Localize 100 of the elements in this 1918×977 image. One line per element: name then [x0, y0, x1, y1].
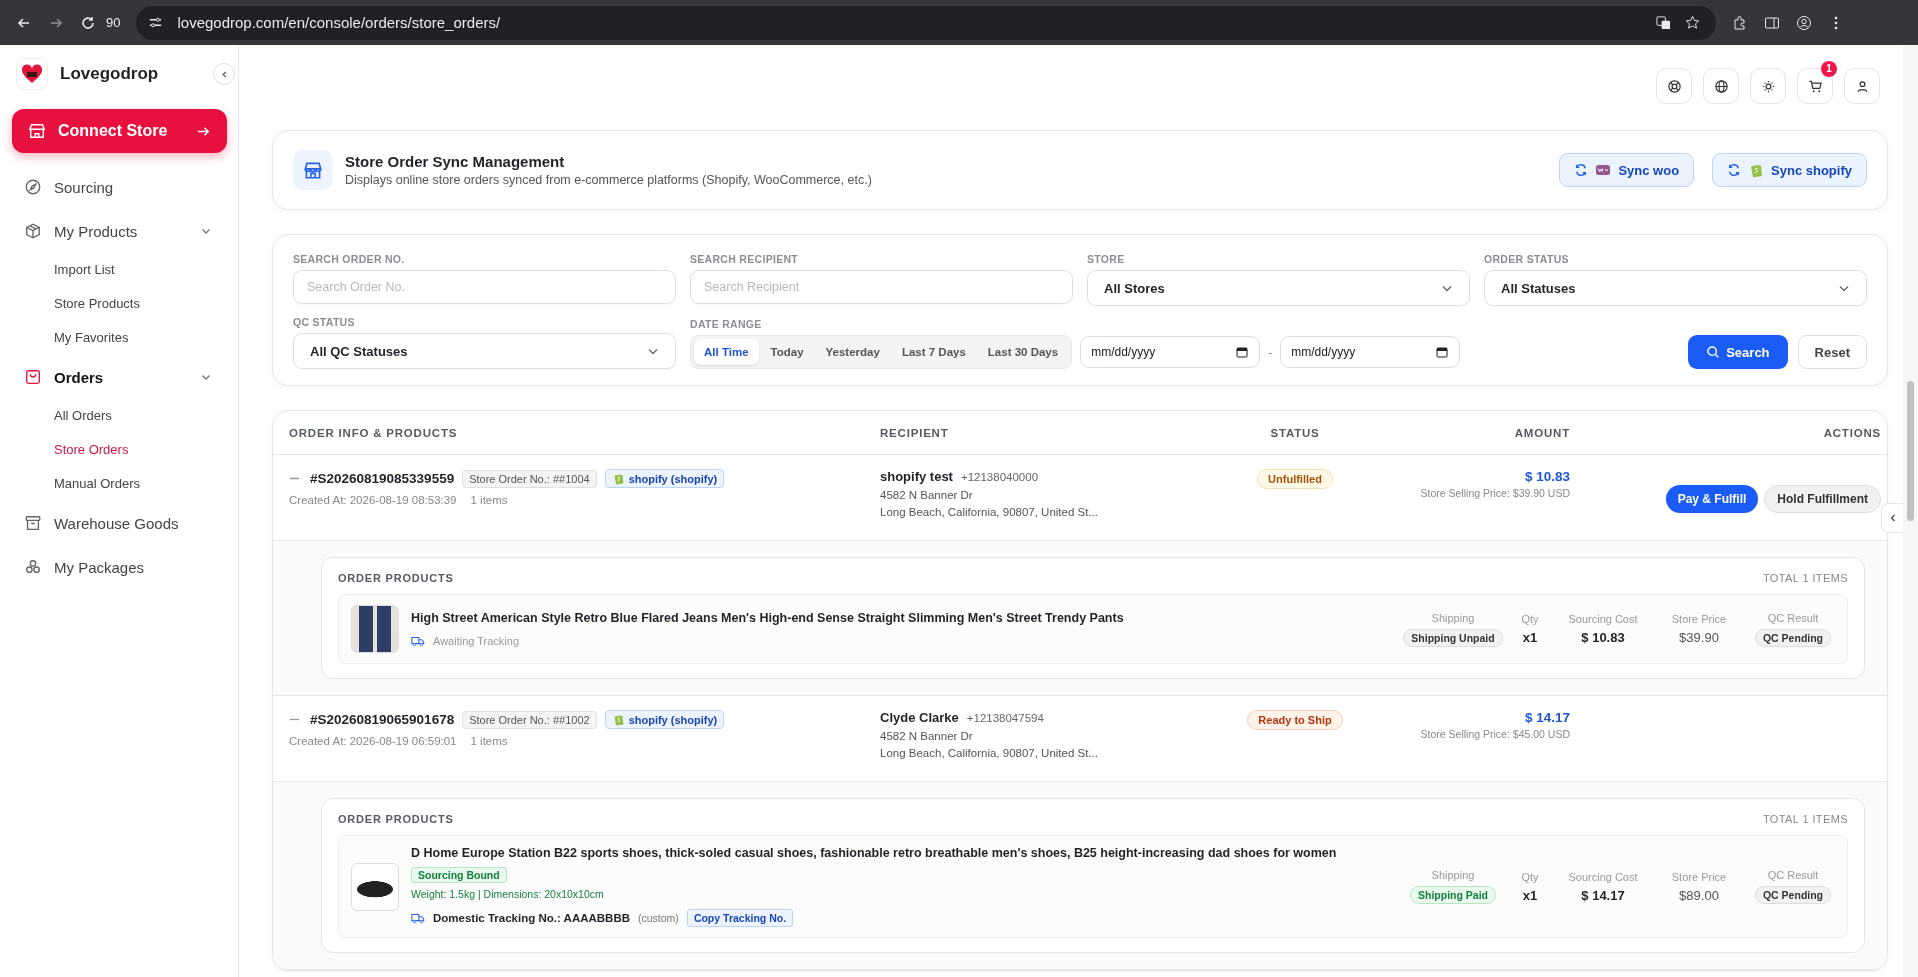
field-label: Qty: [1521, 870, 1539, 883]
copy-tracking-button[interactable]: Copy Tracking No.: [686, 909, 794, 927]
nav-subitem[interactable]: All Orders: [12, 399, 226, 433]
field-label: SEARCH ORDER NO.: [293, 253, 406, 265]
shopping-bag-logo-icon: [1748, 162, 1765, 178]
archive-icon: [24, 514, 42, 532]
search-button[interactable]: Search: [1688, 335, 1788, 369]
heart-logo-icon: [16, 58, 48, 90]
field-value: $ 14.17: [1581, 887, 1625, 903]
field-label: Shipping: [1431, 869, 1475, 881]
product-name: D Home Europe Station B22 sports shoes, thick-soled casual shoes, fashionable retro breathable men's shoes, B25 height-increasing dad shoes for women: [411, 846, 1338, 860]
address-line: 4582 N Banner Dr: [880, 730, 974, 742]
nav-item[interactable]: Warehouse Goods: [12, 501, 226, 545]
nav-subitem[interactable]: Store Products: [12, 287, 226, 321]
field-label: Store Price: [1671, 870, 1727, 883]
help-button[interactable]: [1656, 68, 1692, 104]
dropdown-select[interactable]: All Stores: [1087, 270, 1470, 306]
brand-name: Lovegodrop: [60, 64, 160, 84]
order-amount: $ 10.83: [1523, 469, 1570, 484]
platform-tag: shopify (shopify): [604, 710, 725, 729]
translate-icon[interactable]: [1656, 15, 1672, 30]
order-number: #S20260819085339559: [310, 471, 455, 486]
nav-subitem[interactable]: My Favorites: [12, 321, 226, 355]
reload-icon[interactable]: [80, 14, 96, 31]
sync-button[interactable]: Sync woo: [1559, 153, 1695, 187]
nav-subitem[interactable]: Store Orders: [12, 433, 226, 467]
recipient-name: shopify test: [880, 469, 953, 484]
reset-button[interactable]: Reset: [1797, 335, 1867, 369]
field-label: SEARCH RECIPIENT: [690, 253, 800, 265]
refresh-icon: [1574, 163, 1589, 177]
end-date-field[interactable]: mm/dd/yyyy: [1280, 336, 1461, 368]
nav-item[interactable]: My Products: [12, 209, 226, 253]
column-header: ACTIONS: [1822, 426, 1881, 439]
sync-button[interactable]: Sync shopify: [1712, 153, 1867, 187]
order-number: #S20260819065901678: [310, 712, 455, 727]
field-value: Shipping Paid: [1410, 886, 1496, 904]
date-preset-tab[interactable]: All Time: [694, 339, 759, 365]
recipient-name: Clyde Clarke: [880, 710, 959, 725]
address-line: Long Beach, California, 90807, United St...: [880, 506, 1099, 518]
field-value: $39.90: [1679, 630, 1719, 645]
scrollbar[interactable]: [1903, 45, 1918, 977]
sourcing-tag: Sourcing Bound: [411, 867, 507, 883]
cart-count-badge: 1: [1821, 61, 1837, 77]
store-order-number: Store Order No.: ##1002: [462, 710, 597, 729]
field-value: $89.00: [1679, 887, 1719, 903]
section-title: ORDER PRODUCTS: [338, 572, 454, 584]
field-label: QC Result: [1767, 869, 1819, 881]
recipient-phone: +12138047594: [966, 711, 1044, 724]
date-separator: -: [1268, 345, 1273, 360]
status-badge: Unfulfilled: [1257, 469, 1333, 489]
account-icon[interactable]: [1796, 14, 1813, 31]
action-button[interactable]: Pay & Fulfill: [1665, 485, 1759, 513]
star-icon[interactable]: [1685, 15, 1701, 30]
nav-subitem[interactable]: Import List: [12, 253, 226, 287]
dropdown-select[interactable]: All Statuses: [1484, 270, 1867, 306]
tracking-status: Awaiting Tracking: [433, 634, 519, 647]
column-header: RECIPIENT: [880, 426, 950, 439]
boxes-icon: [24, 558, 42, 576]
date-preset-tab[interactable]: Today: [760, 339, 814, 365]
text-input[interactable]: Search Order No.: [293, 270, 676, 304]
field-value: $ 10.83: [1581, 630, 1625, 645]
address-bar[interactable]: lovegodrop.com/en/console/orders/store_orders/: [136, 5, 1717, 40]
order-amount: $ 14.17: [1523, 710, 1570, 725]
profile-button[interactable]: [1844, 68, 1880, 104]
action-button[interactable]: Hold Fulfillment: [1764, 485, 1881, 513]
nav-item[interactable]: My Packages: [12, 545, 226, 589]
product-name: High Street American Style Retro Blue Flared Jeans Men's High-end Sense Straight Slimming Men's Street Trendy Pants: [411, 610, 1125, 625]
shopping-bag-icon: [24, 368, 42, 386]
dropdown-select[interactable]: All QC Statuses: [293, 333, 676, 369]
field-value: QC Pending: [1754, 886, 1832, 904]
nav-subitem[interactable]: Manual Orders: [12, 467, 226, 501]
language-button[interactable]: [1703, 68, 1739, 104]
created-at: Created At: 2026-08-19 06:59:01: [289, 735, 457, 747]
address-line: Long Beach, California, 90807, United St...: [880, 747, 1099, 759]
selling-price: Store Selling Price: $45.00 USD: [1419, 728, 1570, 740]
total-items: TOTAL 1 ITEMS: [1762, 572, 1848, 584]
nav-item[interactable]: Orders: [12, 355, 226, 399]
page-subtitle: Displays online store orders synced from e-commerce platforms (Shopify, WooCommerce, etc.): [345, 173, 873, 187]
sidebar-panel-icon[interactable]: [1764, 14, 1781, 31]
field-value: x1: [1522, 630, 1538, 645]
site-settings-icon[interactable]: [148, 15, 164, 30]
lifebuoy-icon: [1666, 78, 1682, 94]
field-label: DATE RANGE: [690, 318, 763, 330]
calendar-icon: [1236, 346, 1249, 358]
field-label: Sourcing Cost: [1568, 870, 1638, 883]
photo-placeholder: [351, 862, 399, 911]
nav-item[interactable]: Sourcing: [12, 165, 226, 209]
created-at: Created At: 2026-08-19 08:53:39: [289, 494, 457, 506]
text-input[interactable]: Search Recipient: [690, 270, 1073, 304]
date-preset-tab[interactable]: Yesterday: [815, 339, 890, 365]
date-preset-tab[interactable]: Last 30 Days: [977, 339, 1069, 365]
refresh-icon: [1727, 163, 1742, 177]
total-items: TOTAL 1 ITEMS: [1762, 813, 1848, 825]
connect-store-button[interactable]: Connect Store: [12, 109, 227, 153]
status-badge: Ready to Ship: [1247, 710, 1343, 730]
date-preset-tab[interactable]: Last 7 Days: [891, 339, 976, 365]
start-date-field[interactable]: mm/dd/yyyy: [1080, 336, 1261, 368]
tracking-source: (custom): [638, 912, 679, 924]
search-icon: [1706, 345, 1721, 359]
product-specs: Weight: 1.5kg | Dimensions: 20x10x10cm: [411, 888, 605, 900]
